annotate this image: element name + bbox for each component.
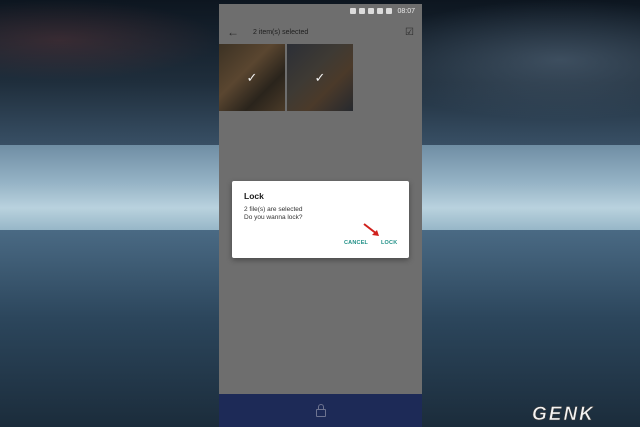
thumbnail-grid: ✓ ✓: [219, 44, 353, 111]
dialog-title: Lock: [244, 191, 264, 201]
red-arrow-icon: [363, 223, 379, 236]
lock-dialog: Lock 2 file(s) are selected Do you wanna…: [232, 181, 409, 258]
alarm-icon: [350, 8, 357, 14]
arrow-left-icon[interactable]: ←: [227, 25, 245, 39]
checkbox-checked-icon[interactable]: ☑: [405, 27, 414, 38]
battery-icon: [386, 8, 393, 14]
check-icon: ✓: [246, 69, 258, 85]
status-time: 08:07: [397, 7, 415, 15]
lock-button[interactable]: LOCK: [381, 240, 397, 246]
genk-watermark-logo: GENK: [532, 404, 595, 423]
bottom-bar: [219, 394, 422, 427]
check-icon: ✓: [314, 69, 326, 85]
wifi-icon: [359, 8, 366, 14]
dialog-message-line1: 2 file(s) are selected: [244, 206, 303, 213]
dialog-message-line2: Do you wanna lock?: [244, 214, 303, 221]
app-bar: ← 2 item(s) selected ☑: [219, 18, 422, 46]
status-bar: 08:07: [219, 4, 422, 18]
cancel-button[interactable]: CANCEL: [344, 240, 368, 246]
thumbnail-item[interactable]: ✓: [287, 44, 353, 111]
svg-text:GENK: GENK: [532, 404, 595, 423]
sim-icon: [368, 8, 375, 14]
selection-title: 2 item(s) selected: [253, 28, 309, 36]
thumbnail-item[interactable]: ✓: [219, 44, 285, 111]
lock-icon[interactable]: [315, 403, 326, 418]
signal-icon: [377, 8, 384, 14]
